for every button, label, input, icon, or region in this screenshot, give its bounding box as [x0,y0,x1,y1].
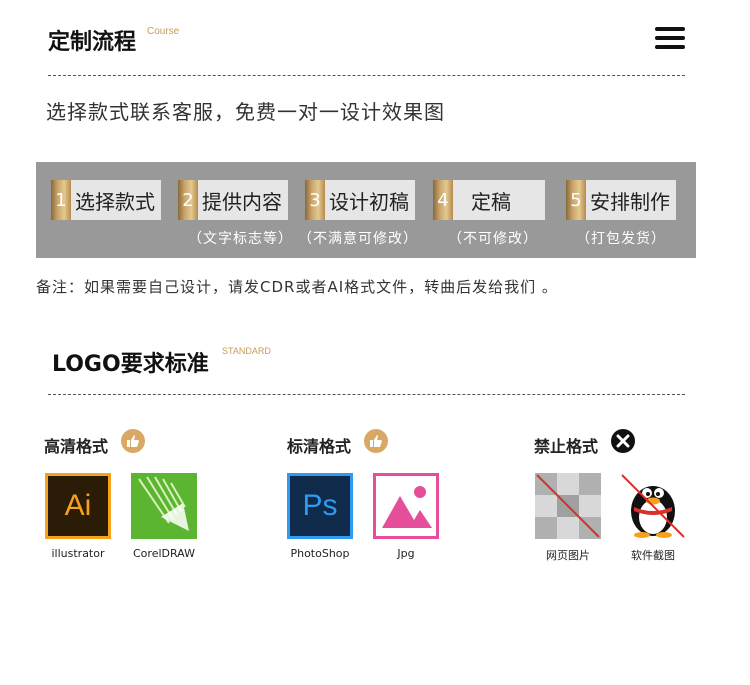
step-number: 1 [51,180,71,220]
format-caption: Jpg [397,547,415,560]
remark-text: 备注：如果需要自己设计，请发CDR或者AI格式文件，转曲后发给我们 。 [36,278,558,296]
format-caption: 网页图片 [546,549,590,562]
step-label: 安排制作 [590,189,670,214]
web-image-icon [535,473,601,539]
step-number: 4 [433,180,453,220]
step-note: （打包发货） [576,231,666,247]
section-title: LOGO要求标准 [52,352,209,377]
step-number: 2 [178,180,198,220]
step-number: 5 [566,180,586,220]
step-1: 1 选择款式 [51,180,161,220]
menu-icon[interactable] [655,27,685,49]
divider [48,394,685,395]
step-label: 选择款式 [75,189,155,214]
step-number: 3 [305,180,325,220]
step-label: 定稿 [471,189,511,214]
close-icon [611,429,635,453]
category-forbidden: 禁止格式 [534,437,599,456]
illustrator-icon: Ai [45,473,111,539]
format-caption: PhotoShop [290,547,350,560]
jpg-image-icon [373,473,439,539]
page-title: 定制流程 [48,30,137,55]
page-title-en: Course [147,26,180,37]
step-note: （不满意可修改） [298,231,418,247]
process-band: 1 选择款式 2 提供内容 3 设计初稿 4 定稿 5 安排制作 （文字标志等）… [36,162,696,258]
category-sd: 标清格式 [287,437,352,456]
thumbs-up-icon [121,429,145,453]
format-caption: 软件截图 [631,549,675,562]
step-note: （不可修改） [448,231,538,247]
coreldraw-icon [131,473,197,539]
format-caption: CorelDRAW [133,547,195,560]
screenshot-penguin-icon [620,473,686,539]
thumbs-up-icon [364,429,388,453]
section-title-en: STANDARD [222,346,271,356]
step-2: 2 提供内容 [178,180,288,220]
divider [48,75,685,76]
step-label: 提供内容 [202,189,282,214]
step-note: （文字标志等） [188,231,293,247]
photoshop-icon: Ps [287,473,353,539]
format-caption: illustrator [51,547,105,560]
step-4: 4 定稿 [433,180,545,220]
step-label: 设计初稿 [329,189,409,214]
step-5: 5 安排制作 [566,180,676,220]
category-hd: 高清格式 [44,437,109,456]
step-3: 3 设计初稿 [305,180,415,220]
intro-text: 选择款式联系客服，免费一对一设计效果图 [46,100,445,124]
